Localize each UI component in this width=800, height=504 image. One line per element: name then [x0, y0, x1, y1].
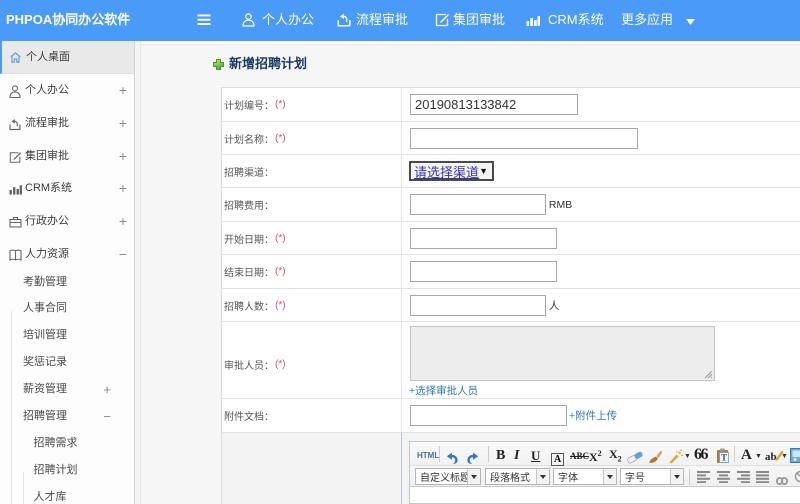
svg-text:ab: ab — [765, 451, 777, 463]
svg-text:T: T — [721, 453, 727, 463]
